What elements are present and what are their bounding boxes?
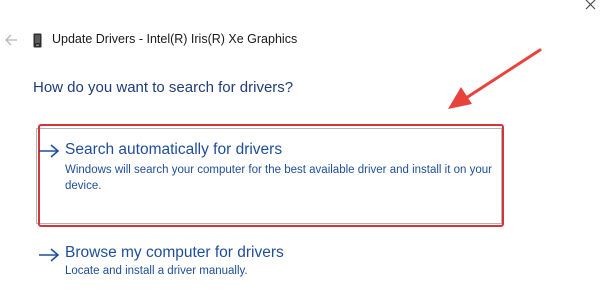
close-icon[interactable] — [582, 0, 602, 14]
arrow-right-icon — [39, 248, 60, 262]
browse-computer-option[interactable]: Browse my computer for drivers Locate an… — [36, 240, 504, 282]
dialog-header: Update Drivers - Intel(R) Iris(R) Xe Gra… — [0, 30, 610, 52]
option-description: Locate and install a driver manually. — [65, 265, 248, 277]
search-automatically-option[interactable]: Search automatically for drivers Windows… — [36, 124, 504, 227]
back-arrow-icon[interactable] — [4, 32, 18, 48]
option-title: Search automatically for drivers — [65, 141, 283, 158]
device-icon — [33, 33, 42, 48]
window-title: Update Drivers - Intel(R) Iris(R) Xe Gra… — [52, 32, 298, 46]
page-heading: How do you want to search for drivers? — [33, 79, 294, 96]
option-title: Browse my computer for drivers — [65, 244, 284, 261]
arrow-right-icon — [39, 144, 60, 158]
option-description: Windows will search your computer for th… — [65, 164, 492, 192]
update-drivers-dialog: Update Drivers - Intel(R) Iris(R) Xe Gra… — [0, 0, 610, 301]
